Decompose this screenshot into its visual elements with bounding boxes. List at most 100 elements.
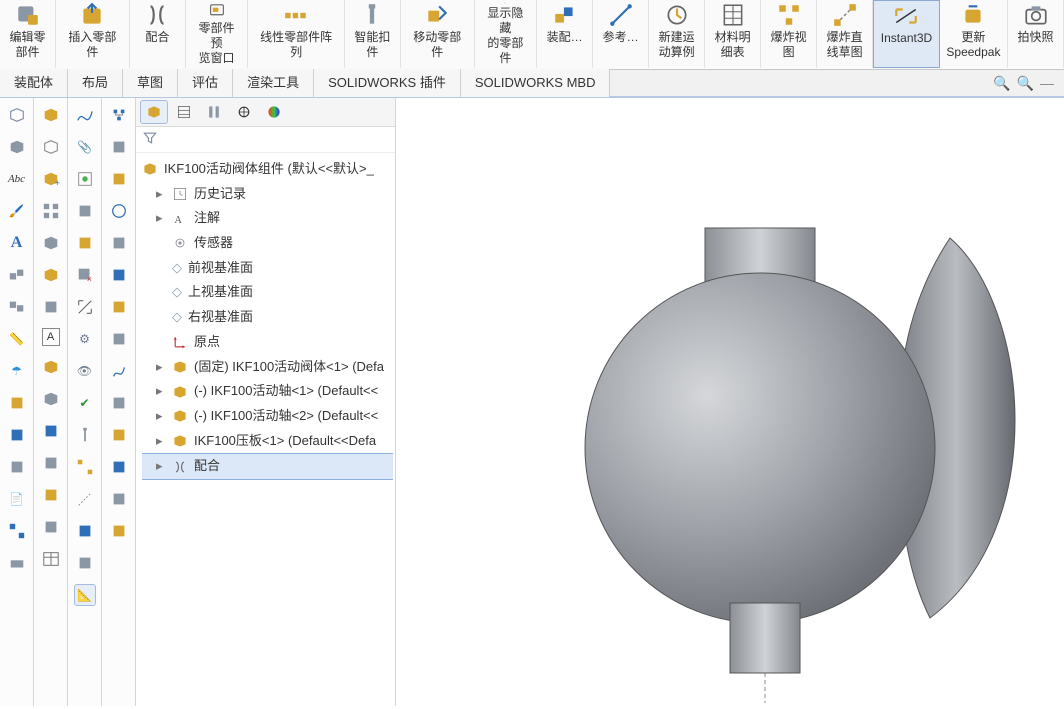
tree-top-plane[interactable]: ◇ 上视基准面 [142, 280, 393, 305]
cube-icon[interactable] [40, 232, 62, 254]
tree-tab-dim-icon[interactable] [230, 100, 258, 124]
ribbon-mate[interactable]: 配合 [130, 0, 186, 68]
structure-icon[interactable] [108, 104, 130, 126]
cubes-icon[interactable] [6, 264, 28, 286]
tree-tab-feature-icon[interactable] [140, 100, 168, 124]
block-icon[interactable] [6, 552, 28, 574]
tree-annotations[interactable]: ▸ A 注解 [142, 206, 393, 231]
ribbon-smart-fastener[interactable]: 智能扣 件 [345, 0, 401, 68]
cube-wire-icon[interactable] [6, 104, 28, 126]
annotate-abc-icon[interactable]: Abc [6, 168, 28, 190]
expand-icon[interactable]: ▸ [156, 404, 166, 429]
tree-mates[interactable]: ▸ 配合 [142, 453, 393, 480]
tab-render[interactable]: 渲染工具 [233, 69, 314, 97]
exp-line-icon[interactable] [74, 488, 96, 510]
circuit-icon[interactable] [74, 168, 96, 190]
check-icon[interactable]: ✔ [74, 392, 96, 414]
cube-icon[interactable] [40, 104, 62, 126]
icon[interactable] [108, 456, 130, 478]
box-icon[interactable] [74, 200, 96, 222]
ribbon-assembly[interactable]: 装配… [537, 0, 593, 68]
cube-icon[interactable] [40, 484, 62, 506]
expand-icon[interactable]: ▸ [156, 355, 166, 380]
ribbon-snapshot[interactable]: 拍快照 [1008, 0, 1064, 68]
tree-part-1[interactable]: ▸ (固定) IKF100活动阀体<1> (Defa [142, 355, 393, 380]
grid-icon[interactable] [40, 200, 62, 222]
help-icon[interactable]: — [1040, 75, 1054, 92]
ribbon-exploded-view[interactable]: 爆炸视 图 [761, 0, 817, 68]
page-icon[interactable]: 📄 [6, 488, 28, 510]
cube-icon[interactable] [40, 420, 62, 442]
ribbon-bom[interactable]: 材料明 细表 [705, 0, 761, 68]
ribbon-insert-component[interactable]: 插入零部件 [56, 0, 130, 68]
table-icon[interactable] [40, 548, 62, 570]
tree-part-4[interactable]: ▸ IKF100压板<1> (Default<<Defa [142, 429, 393, 454]
ribbon-linear-pattern[interactable]: 线性零部件阵列 [248, 0, 345, 68]
tab-layout[interactable]: 布局 [68, 69, 123, 97]
tree-body[interactable]: IKF100活动阀体组件 (默认<<默认>_ ▸ 历史记录 ▸ A 注解 传感器… [136, 153, 395, 706]
tree-front-plane[interactable]: ◇ 前视基准面 [142, 256, 393, 281]
cube-icon[interactable] [6, 392, 28, 414]
zoom-icon[interactable]: 🔍 [1017, 75, 1034, 92]
box-icon[interactable] [74, 552, 96, 574]
expand-icon[interactable]: ▸ [156, 182, 166, 207]
tree-history[interactable]: ▸ 历史记录 [142, 182, 393, 207]
icon[interactable] [108, 328, 130, 350]
icon[interactable] [108, 424, 130, 446]
cube-icon[interactable] [40, 516, 62, 538]
cube-add-icon[interactable]: + [40, 168, 62, 190]
tree-tab-property-icon[interactable] [170, 100, 198, 124]
icon[interactable] [108, 392, 130, 414]
ruler-icon[interactable]: 📐 [74, 584, 96, 606]
expand-icon[interactable]: ▸ [156, 454, 166, 479]
icon[interactable] [108, 520, 130, 542]
cube-icon-3[interactable] [6, 456, 28, 478]
gear-icon[interactable]: ⚙ [74, 328, 96, 350]
box-icon[interactable] [74, 520, 96, 542]
cube-icon[interactable] [40, 356, 62, 378]
brush-icon[interactable]: 🖌️ [6, 200, 28, 222]
icon[interactable] [108, 264, 130, 286]
tree-right-plane[interactable]: ◇ 右视基准面 [142, 305, 393, 330]
ribbon-move-component[interactable]: 移动零部件 [401, 0, 475, 68]
cubes-icon-2[interactable] [6, 296, 28, 318]
exp-view-icon[interactable] [74, 456, 96, 478]
tab-assembly[interactable]: 装配体 [0, 69, 68, 97]
ribbon-reference[interactable]: 参考… [593, 0, 649, 68]
icon[interactable] [108, 136, 130, 158]
tree-tab-config-icon[interactable] [200, 100, 228, 124]
tab-sketch[interactable]: 草图 [123, 69, 178, 97]
icon[interactable] [108, 488, 130, 510]
text-a-icon[interactable]: A [6, 232, 28, 254]
cube-icon[interactable] [40, 388, 62, 410]
tree-part-2[interactable]: ▸ (-) IKF100活动轴<1> (Default<< [142, 379, 393, 404]
icon[interactable] [108, 200, 130, 222]
ribbon-motion-study[interactable]: 新建运 动算例 [649, 0, 705, 68]
cube-icon-2[interactable] [6, 424, 28, 446]
cube-solid-icon[interactable] [6, 136, 28, 158]
boxed-a-icon[interactable]: A [42, 328, 60, 346]
tree-sensors[interactable]: 传感器 [142, 231, 393, 256]
ribbon-show-hidden[interactable]: 显示隐藏 的零部件 [475, 0, 537, 68]
eye-icon[interactable]: 👁 [74, 360, 96, 382]
expand-icon[interactable]: ▸ [156, 429, 166, 454]
box-icon[interactable] [74, 232, 96, 254]
clip-icon[interactable]: 📎 [74, 136, 96, 158]
caliper-icon[interactable]: 📏 [6, 328, 28, 350]
icon[interactable] [108, 168, 130, 190]
spline-icon[interactable] [74, 104, 96, 126]
bolt-icon[interactable] [74, 424, 96, 446]
cube-icon[interactable] [40, 264, 62, 286]
ribbon-speedpak[interactable]: 更新 Speedpak [940, 0, 1008, 68]
cube-wire-icon[interactable] [40, 136, 62, 158]
viewport-3d[interactable] [396, 98, 1064, 706]
ribbon-explode-line[interactable]: 爆炸直 线草图 [817, 0, 873, 68]
group-icon[interactable] [6, 520, 28, 542]
box-x-icon[interactable]: × [74, 264, 96, 286]
tree-root[interactable]: IKF100活动阀体组件 (默认<<默认>_ [142, 157, 393, 182]
cube-icon[interactable] [40, 296, 62, 318]
tree-filter[interactable] [136, 127, 395, 153]
tab-evaluate[interactable]: 评估 [178, 69, 233, 97]
tab-addins[interactable]: SOLIDWORKS 插件 [314, 69, 461, 97]
expand-icon[interactable]: ▸ [156, 379, 166, 404]
